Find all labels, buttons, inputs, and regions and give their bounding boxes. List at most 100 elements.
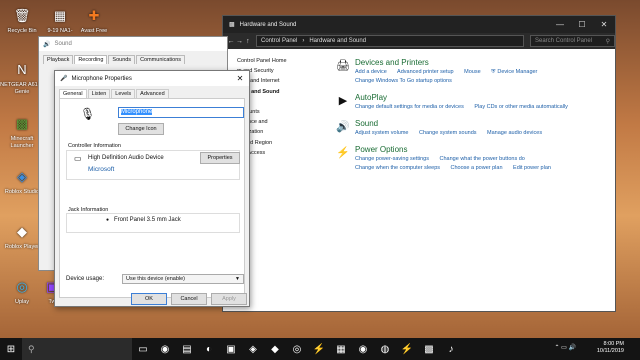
start-button[interactable]: ⊞ xyxy=(0,338,22,360)
taskbar-app[interactable]: ◉ xyxy=(352,338,374,360)
task-view-button[interactable]: ▭ xyxy=(132,338,154,360)
link-play-cds[interactable]: Play CDs or other media automatically xyxy=(474,104,568,110)
netgear-icon: N xyxy=(17,61,27,77)
back-icon[interactable]: ← xyxy=(227,38,235,45)
minecraft-icon: ▩ xyxy=(15,115,29,131)
device-usage-label: Device usage: xyxy=(66,276,105,282)
change-icon-button[interactable]: Change Icon xyxy=(118,123,164,135)
power-icon: ⚡ xyxy=(336,147,350,159)
taskbar-search[interactable]: ⚲ xyxy=(22,338,132,360)
tab-recording[interactable]: Recording xyxy=(74,55,108,64)
system-tray[interactable]: ⌃ ▭ 🔊 xyxy=(554,344,576,351)
twitch-icon: ▦ xyxy=(336,343,346,355)
taskbar-app[interactable]: ♪ xyxy=(440,338,462,360)
nav-control-panel-home[interactable]: Control Panel Home xyxy=(237,56,327,66)
tab-advanced[interactable]: Advanced xyxy=(136,89,169,98)
mic-dialog-titlebar[interactable]: 🎤 Microphone Properties ✕ xyxy=(55,71,249,86)
tab-communications[interactable]: Communications xyxy=(136,55,186,64)
taskbar-app[interactable]: ⚡ xyxy=(308,338,330,360)
category-title[interactable]: Power Options xyxy=(355,145,560,155)
link-windows-to-go[interactable]: Change Windows To Go startup options xyxy=(355,78,452,84)
tab-sounds[interactable]: Sounds xyxy=(108,55,136,64)
app-icon-3: ◍ xyxy=(380,343,390,355)
nav-hardware-and-sound[interactable]: ware and Sound xyxy=(237,87,327,97)
taskbar-app[interactable]: ⚡ xyxy=(396,338,418,360)
window-titlebar[interactable]: ▩ Hardware and Sound — ☐ ✕ xyxy=(223,16,615,33)
nav-user-accounts[interactable]: Accounts xyxy=(237,107,327,117)
mic-dialog-tabs: General Listen Levels Advanced xyxy=(55,86,249,98)
apply-button[interactable]: Apply xyxy=(211,293,247,305)
category-title[interactable]: Sound xyxy=(355,119,551,129)
link-choose-power-plan[interactable]: Choose a power plan xyxy=(451,165,503,171)
category-list: 🖨 Devices and Printers Add a device Adva… xyxy=(335,58,605,180)
link-advanced-printer-setup[interactable]: Advanced printer setup xyxy=(397,69,454,75)
device-name-input[interactable]: Microphone xyxy=(118,107,244,118)
taskbar-app[interactable]: ◉ xyxy=(154,338,176,360)
taskbar-app[interactable]: ▣ xyxy=(220,338,242,360)
sound-dialog-titlebar[interactable]: 🔊 Sound xyxy=(39,37,227,51)
shield-icon: ⛨ xyxy=(491,69,496,75)
forward-icon[interactable]: → xyxy=(235,38,243,45)
nav-network-and-internet[interactable]: work and Internet xyxy=(237,76,327,86)
taskbar-app[interactable]: ◈ xyxy=(242,338,264,360)
link-mouse[interactable]: Mouse xyxy=(464,69,481,75)
tab-playback[interactable]: Playback xyxy=(43,55,74,64)
link-add-device[interactable]: Add a device xyxy=(355,69,387,75)
up-icon[interactable]: ↑ xyxy=(244,38,252,45)
speaker-icon: 🔊 xyxy=(336,121,350,133)
desktop-icon-avast[interactable]: ✚ Avast Free xyxy=(72,4,116,35)
maximize-button[interactable]: ☐ xyxy=(571,20,593,29)
taskbar-app[interactable]: ◎ xyxy=(286,338,308,360)
taskbar-app[interactable]: ▦ xyxy=(330,338,352,360)
close-button[interactable]: ✕ xyxy=(593,20,615,29)
link-manage-audio-devices[interactable]: Manage audio devices xyxy=(487,130,542,136)
link-change-default-settings[interactable]: Change default settings for media or dev… xyxy=(355,104,464,110)
app-icon-4: ⚡ xyxy=(400,343,414,355)
control-panel-window: ▩ Hardware and Sound — ☐ ✕ ← → ↑ Control… xyxy=(222,15,616,312)
jack-info-group xyxy=(66,213,240,233)
nav-personalization[interactable]: onalization xyxy=(237,127,327,137)
link-edit-power-plan[interactable]: Edit power plan xyxy=(513,165,551,171)
ok-button[interactable]: OK xyxy=(131,293,167,305)
cancel-button[interactable]: Cancel xyxy=(171,293,207,305)
properties-button[interactable]: Properties xyxy=(200,152,240,164)
breadcrumb[interactable]: Control Panel › Hardware and Sound xyxy=(255,35,524,47)
category-title[interactable]: Devices and Printers xyxy=(355,58,555,68)
link-change-system-sounds[interactable]: Change system sounds xyxy=(419,130,476,136)
nav-programs[interactable]: rams xyxy=(237,97,327,107)
link-power-buttons[interactable]: Change what the power buttons do xyxy=(440,156,525,162)
nav-system-and-security[interactable]: m and Security xyxy=(237,66,327,76)
nav-clock-and-region[interactable]: ck and Region xyxy=(237,138,327,148)
link-adjust-volume[interactable]: Adjust system volume xyxy=(355,130,409,136)
link-computer-sleeps[interactable]: Change when the computer sleeps xyxy=(355,165,440,171)
link-power-saving[interactable]: Change power-saving settings xyxy=(355,156,429,162)
taskbar-app[interactable]: ◆ xyxy=(264,338,286,360)
audio-device-icon: ▭ xyxy=(74,154,82,163)
microphone-icon: 🎙 xyxy=(80,107,96,121)
tab-general[interactable]: General xyxy=(59,89,87,98)
nav-appearance[interactable]: earance and xyxy=(237,117,327,127)
category-sound: 🔊 Sound Adjust system volume Change syst… xyxy=(335,119,605,138)
breadcrumb-separator: › xyxy=(302,38,305,44)
search-input[interactable]: Search Control Panel ⚲ xyxy=(529,35,615,47)
sound-dialog-title: Sound xyxy=(54,41,72,47)
taskbar-app[interactable]: ▤ xyxy=(176,338,198,360)
device-usage-select[interactable]: Use this device (enable) ▼ xyxy=(122,274,244,284)
close-button[interactable]: ✕ xyxy=(231,74,249,83)
breadcrumb-control-panel[interactable]: Control Panel xyxy=(261,38,297,44)
tab-levels[interactable]: Levels xyxy=(111,89,136,98)
tab-listen[interactable]: Listen xyxy=(87,89,111,98)
taskbar-app[interactable]: ▩ xyxy=(418,338,440,360)
category-title[interactable]: AutoPlay xyxy=(355,93,577,103)
taskbar-app[interactable]: ◐ xyxy=(198,338,220,360)
link-device-manager[interactable]: ⛨ Device Manager xyxy=(491,69,546,75)
desktop-icon-label: Avast Free xyxy=(80,28,108,34)
nav-ease-of-access[interactable]: e of Access xyxy=(237,148,327,158)
clock[interactable]: 8:00 PM 10/11/2019 xyxy=(597,341,624,355)
speaker-icon: 🔊 xyxy=(43,41,51,48)
minimize-button[interactable]: — xyxy=(549,20,571,29)
printer-icon: 🖨 xyxy=(336,60,350,72)
breadcrumb-hardware-and-sound[interactable]: Hardware and Sound xyxy=(309,38,366,44)
roblox-icon: ◈ xyxy=(249,343,257,355)
taskbar-app[interactable]: ◍ xyxy=(374,338,396,360)
